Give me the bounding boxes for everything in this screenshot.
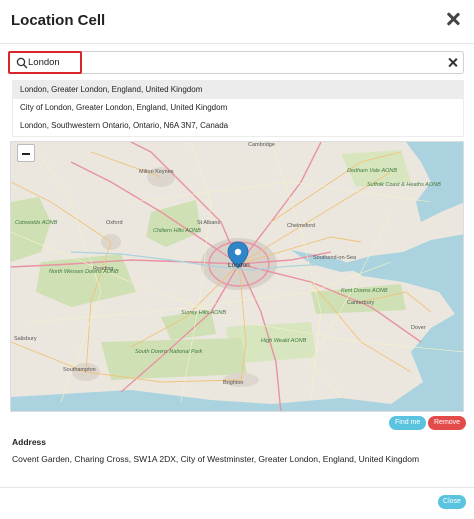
map-label: Chelmsford (287, 223, 316, 229)
map-label: Milton Keynes (139, 169, 174, 175)
map-label: Suffolk Coast & Heaths AONB (367, 182, 441, 188)
close-button[interactable]: Close (438, 495, 466, 509)
map-view[interactable]: Cambridge Milton Keynes Oxford St Albans… (10, 141, 464, 412)
map-label: Salisbury (14, 336, 37, 342)
footer-divider (0, 487, 474, 488)
modal-title: Location Cell (11, 12, 106, 29)
map-label: Southend-on-Sea (313, 255, 357, 261)
suggestion-list: London, Greater London, England, United … (12, 80, 464, 137)
map-label: High Weald AONB (261, 338, 307, 344)
map-label: Cotswolds AONB (15, 220, 58, 226)
map-label: Canterbury (347, 300, 375, 306)
map-label: London (228, 262, 250, 269)
suggestion-item[interactable]: London, Southwestern Ontario, Ontario, N… (13, 117, 463, 135)
map-label: Surrey Hills AONB (181, 310, 227, 316)
map-label: Dedham Vale AONB (347, 168, 398, 174)
map-label: Oxford (106, 220, 123, 226)
address-label: Address (12, 437, 47, 447)
map-label: Southampton (63, 367, 96, 373)
map-label: Dover (411, 325, 426, 331)
search-input[interactable] (28, 55, 448, 70)
suggestion-item[interactable]: London, Greater London, England, United … (13, 81, 463, 99)
close-icon[interactable] (444, 10, 462, 28)
map-label: Kent Downs AONB (341, 288, 388, 294)
map-label: Brighton (223, 380, 244, 386)
search-icon (16, 57, 28, 69)
remove-button[interactable]: Remove (428, 416, 467, 430)
location-cell-modal: Location Cell London, Greater London, En… (0, 0, 474, 519)
map-label: Cambridge (248, 142, 275, 148)
clear-search-icon[interactable] (446, 55, 460, 70)
map-label: Chiltern Hills AONB (153, 228, 201, 234)
zoom-out-button[interactable] (17, 144, 35, 162)
find-me-button[interactable]: Find me (389, 416, 427, 430)
map-label: South Downs National Park (135, 349, 203, 355)
modal-header: Location Cell (0, 0, 474, 44)
suggestion-item[interactable]: City of London, Greater London, England,… (13, 99, 463, 117)
search-box (8, 51, 464, 74)
map-label: North Wessex Downs AONB (49, 269, 119, 275)
address-value: Covent Garden, Charing Cross, SW1A 2DX, … (12, 454, 420, 464)
map-label: St Albans (197, 220, 221, 226)
